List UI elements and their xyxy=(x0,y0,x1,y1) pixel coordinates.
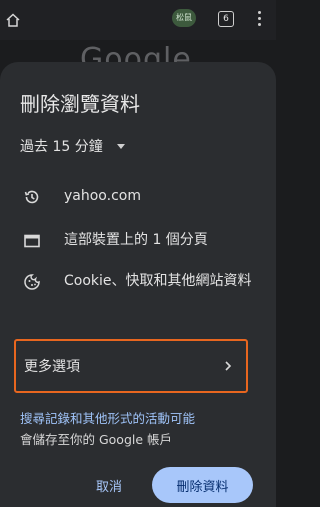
sheet-title: 刪除瀏覽資料 xyxy=(20,92,140,116)
tab-switcher-button[interactable]: 6 xyxy=(218,11,234,27)
cookies-row: Cookie、快取和其他網站資料 xyxy=(20,270,256,294)
dropdown-arrow-icon xyxy=(116,143,125,149)
time-range-dropdown[interactable]: 過去 15 分鐘 xyxy=(20,134,125,158)
cancel-button[interactable]: 取消 xyxy=(84,470,134,500)
tabs-label: 這部裝置上的 1 個分頁 xyxy=(64,232,208,248)
avatar[interactable]: 松鼠 xyxy=(172,9,196,27)
time-range-value: 過去 15 分鐘 xyxy=(20,139,103,155)
history-icon xyxy=(20,185,44,209)
activity-info: 搜尋記錄和其他形式的活動可能 會儲存至你的 Google 帳戶 xyxy=(20,408,256,450)
more-options-button[interactable]: 更多選項 xyxy=(14,339,248,393)
cookies-label: Cookie、快取和其他網站資料 xyxy=(64,273,252,289)
more-options-label: 更多選項 xyxy=(24,359,80,375)
more-menu-icon[interactable] xyxy=(258,11,262,27)
clear-browsing-data-sheet: 刪除瀏覽資料 過去 15 分鐘 yahoo.com 這部裝置上的 1 個分頁 C… xyxy=(0,62,276,507)
chevron-right-icon xyxy=(225,361,232,371)
history-label: yahoo.com xyxy=(64,188,141,204)
delete-data-button[interactable]: 刪除資料 xyxy=(152,467,253,503)
cookie-icon xyxy=(20,270,44,294)
history-row: yahoo.com xyxy=(20,185,256,209)
activity-info-link[interactable]: 搜尋記錄和其他形式的活動可能 xyxy=(20,411,195,426)
browser-toolbar: 松鼠 6 xyxy=(0,0,276,40)
activity-info-suffix: 會儲存至你的 Google 帳戶 xyxy=(20,432,173,447)
tab-icon xyxy=(20,229,44,253)
tabs-row: 這部裝置上的 1 個分頁 xyxy=(20,229,256,253)
home-icon[interactable] xyxy=(4,11,22,29)
